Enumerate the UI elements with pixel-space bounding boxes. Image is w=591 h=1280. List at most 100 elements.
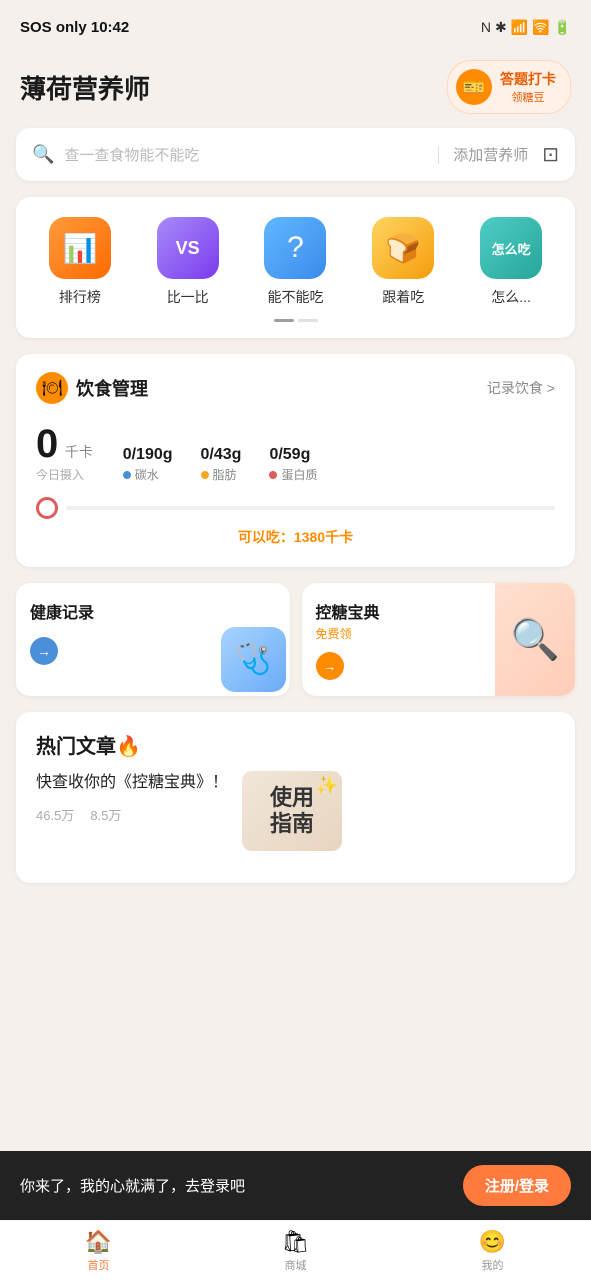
fat-dot (201, 471, 209, 479)
health-card-image: 🩺 (210, 616, 290, 696)
search-input[interactable]: 查一查食物能不能吃 (64, 144, 424, 165)
answer-badge-button[interactable]: 🎫 答题打卡 领糖豆 (447, 60, 571, 114)
article-thumbnail: 使用指南 ✨ (242, 771, 342, 851)
category-followeat[interactable]: 🍞 跟着吃 (363, 217, 443, 307)
diet-can-eat: 可以吃：1380千卡 (36, 527, 555, 547)
diet-main-row: 0 千卡 (36, 424, 93, 464)
status-bar: SOS only 10:42 N ✱ 📶 🛜 🔋 (0, 0, 591, 50)
ranking-icon: 📊 (49, 217, 111, 279)
nav-mine[interactable]: 😊 我的 (394, 1221, 591, 1280)
category-caneat[interactable]: ? 能不能吃 (255, 217, 335, 307)
login-banner: 你来了，我的心就满了，去登录吧 注册/登录 (0, 1151, 591, 1220)
mine-label: 我的 (482, 1257, 504, 1273)
battery-icon: 🔋 (554, 19, 571, 36)
bottom-nav: 🏠 首页 🛍 商城 😊 我的 (0, 1220, 591, 1280)
caneat-label: 能不能吃 (267, 287, 323, 307)
scroll-dot-1 (274, 319, 294, 322)
badge-text: 答题打卡 领糖豆 (500, 69, 556, 105)
diet-record-link[interactable]: 记录饮食 > (487, 378, 555, 398)
ranking-label: 排行榜 (59, 287, 101, 307)
category-row: 📊 排行榜 VS 比一比 ? 能不能吃 🍞 跟着吃 怎么吃 怎么... (26, 217, 565, 307)
status-icons: N ✱ 📶 🛜 🔋 (481, 19, 571, 36)
diet-main-label: 今日摄入 (36, 466, 93, 483)
protein-text: 蛋白质 (281, 466, 317, 483)
compare-label: 比一比 (167, 287, 209, 307)
badge-icon-emoji: 🎫 (463, 77, 485, 98)
can-eat-value: 1380千卡 (294, 529, 353, 545)
article-thumb-text: 使用指南 (270, 785, 314, 838)
login-prompt-text: 你来了，我的心就满了，去登录吧 (20, 1175, 245, 1196)
diet-main-stat: 0 千卡 今日摄入 (36, 424, 93, 483)
badge-main-text: 答题打卡 (500, 69, 556, 89)
diet-stats: 0 千卡 今日摄入 0/190g 碳水 0/43g 脂肪 0/5 (36, 424, 555, 483)
add-nutritionist-link[interactable]: 添加营养师 (453, 144, 528, 165)
badge-sub-text: 领糖豆 (512, 89, 545, 105)
mine-icon: 😊 (479, 1229, 506, 1255)
article-item[interactable]: 快查收你的《控糖宝典》！ 46.5万 8.5万 使用指南 ✨ (36, 771, 555, 851)
articles-section: 热门文章🔥 快查收你的《控糖宝典》！ 46.5万 8.5万 使用指南 ✨ (16, 712, 575, 883)
signal-icon: 📶 (511, 19, 528, 36)
diet-fat-label: 脂肪 (201, 466, 242, 483)
article-stat-likes: 8.5万 (90, 805, 121, 824)
login-button[interactable]: 注册/登录 (463, 1165, 571, 1206)
health-card[interactable]: 健康记录 → 🩺 (16, 583, 290, 696)
diet-protein-value: 0/59g (269, 446, 317, 464)
diet-section: 🍽 饮食管理 记录饮食 > 0 千卡 今日摄入 0/190g 碳水 0/43g (16, 354, 575, 567)
diet-title-wrap: 🍽 饮食管理 (36, 372, 148, 404)
app-title: 薄荷营养师 (20, 69, 150, 106)
caneat-icon: ? (264, 217, 326, 279)
diet-protein-label: 蛋白质 (269, 466, 317, 483)
sugar-card[interactable]: 控糖宝典 免费领 → 🔍 (302, 583, 576, 696)
nfc-icon: N (481, 19, 491, 35)
scan-icon[interactable]: ⊡ (542, 142, 559, 167)
health-card-arrow-button[interactable]: → (30, 637, 58, 665)
diet-carb-label: 碳水 (123, 466, 173, 483)
howto-label: 怎么... (491, 287, 531, 307)
article-content: 快查收你的《控糖宝典》！ 46.5万 8.5万 (36, 771, 228, 824)
carb-dot (123, 471, 131, 479)
diet-progress-indicator (36, 497, 555, 519)
fat-text: 脂肪 (213, 466, 237, 483)
wifi-icon: 🛜 (532, 19, 549, 36)
diet-icon: 🍽 (36, 372, 68, 404)
article-text: 快查收你的《控糖宝典》！ (36, 771, 228, 795)
home-icon: 🏠 (85, 1229, 112, 1255)
search-bar[interactable]: 🔍 查一查食物能不能吃 添加营养师 ⊡ (16, 128, 575, 181)
progress-circle (36, 497, 58, 519)
diet-sub-stats: 0/190g 碳水 0/43g 脂肪 0/59g 蛋白质 (123, 446, 318, 483)
scroll-dot-2 (298, 319, 318, 322)
diet-header: 🍽 饮食管理 记录饮食 > (36, 372, 555, 404)
dual-card-section: 健康记录 → 🩺 控糖宝典 免费领 → 🔍 (16, 583, 575, 696)
home-label: 首页 (88, 1257, 110, 1273)
diet-protein-stat: 0/59g 蛋白质 (269, 446, 317, 483)
can-eat-text: 可以吃： (238, 529, 294, 545)
howto-icon: 怎么吃 (480, 217, 542, 279)
diet-title: 饮食管理 (76, 375, 148, 401)
shop-icon: 🛍 (282, 1229, 310, 1255)
nav-shop[interactable]: 🛍 商城 (197, 1221, 394, 1280)
medical-kit-icon: 🩺 (221, 627, 286, 692)
nav-home[interactable]: 🏠 首页 (0, 1221, 197, 1280)
status-time: SOS only 10:42 (20, 19, 129, 36)
diet-carb-stat: 0/190g 碳水 (123, 446, 173, 483)
category-ranking[interactable]: 📊 排行榜 (40, 217, 120, 307)
diet-fat-stat: 0/43g 脂肪 (201, 446, 242, 483)
header: 薄荷营养师 🎫 答题打卡 领糖豆 (0, 50, 591, 128)
article-thumb-deco: ✨ (316, 775, 338, 796)
category-section: 📊 排行榜 VS 比一比 ? 能不能吃 🍞 跟着吃 怎么吃 怎么... (16, 197, 575, 338)
sugar-card-decoration: 🔍 (495, 583, 575, 696)
search-divider (438, 146, 439, 164)
search-icon: 🔍 (32, 144, 54, 165)
compare-icon: VS (157, 217, 219, 279)
badge-icon: 🎫 (456, 69, 492, 105)
shop-label: 商城 (285, 1257, 307, 1273)
article-stats: 46.5万 8.5万 (36, 805, 228, 824)
category-howto[interactable]: 怎么吃 怎么... (471, 217, 551, 307)
sugar-deco-icon: 🔍 (510, 616, 560, 663)
followeat-label: 跟着吃 (382, 287, 424, 307)
diet-calories-value: 0 (36, 422, 58, 466)
articles-header: 热门文章🔥 (36, 730, 555, 759)
category-compare[interactable]: VS 比一比 (148, 217, 228, 307)
scroll-indicator (26, 319, 565, 322)
sugar-card-arrow-button[interactable]: → (316, 652, 344, 680)
